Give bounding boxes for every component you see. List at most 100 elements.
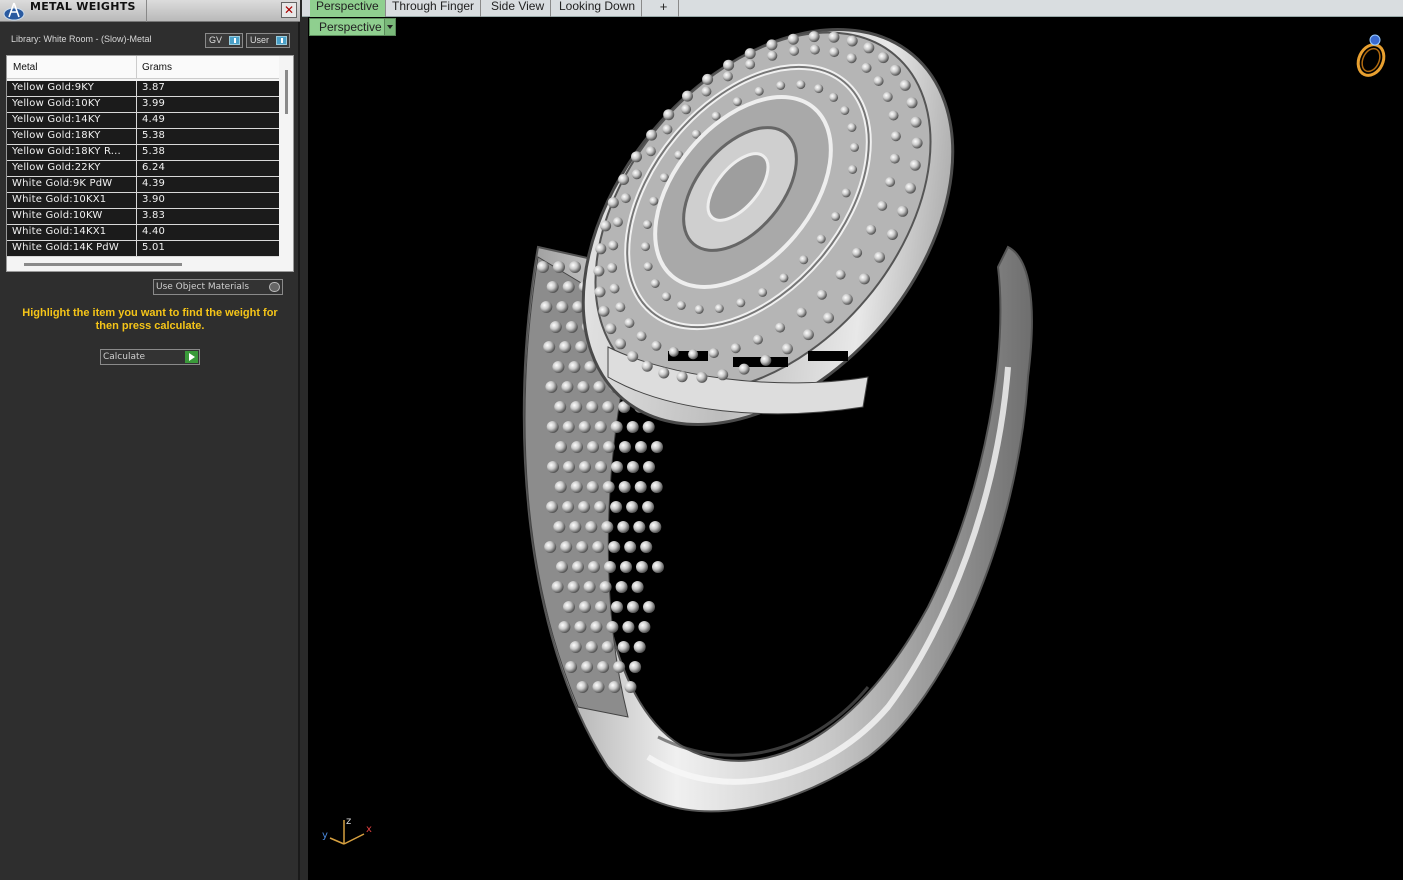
view-dropdown[interactable]: Perspective (309, 18, 396, 36)
table-row[interactable]: White Gold:14K PdW 5.01 (7, 241, 279, 257)
bead (897, 205, 909, 217)
bead (641, 242, 650, 252)
bead (796, 307, 807, 318)
bead (620, 561, 632, 573)
bead (608, 681, 621, 693)
bead (546, 281, 559, 293)
3d-viewport[interactable]: Perspective z x y (308, 17, 1403, 880)
metal-grams: 4.40 (142, 226, 166, 237)
bead (829, 47, 840, 58)
horizontal-scrollbar[interactable] (24, 263, 182, 266)
bead (668, 346, 679, 357)
table-row[interactable]: Yellow Gold:14KY 4.49 (7, 113, 279, 129)
bead (594, 501, 607, 513)
bead (816, 289, 827, 300)
bead (886, 229, 898, 240)
user-toggle[interactable]: User (246, 33, 290, 48)
ring-view-icon[interactable] (1351, 30, 1391, 80)
bead (547, 461, 559, 473)
bead (553, 261, 565, 273)
column-header-grams[interactable]: Grams (142, 62, 172, 73)
bead (877, 52, 889, 64)
bead (646, 129, 658, 141)
bead (552, 361, 565, 373)
bead (702, 73, 714, 85)
vertical-scrollbar[interactable] (285, 70, 288, 114)
tab-side-view[interactable]: Side View (485, 0, 552, 17)
table-row[interactable]: Yellow Gold:18KY 5.38 (7, 129, 279, 145)
bead (562, 421, 575, 433)
table-row[interactable]: White Gold:10KX1 3.90 (7, 193, 279, 209)
bead (661, 292, 671, 302)
add-view-tab-button[interactable]: + (649, 0, 679, 17)
column-header-metal[interactable]: Metal (13, 62, 37, 73)
bead (629, 661, 642, 673)
bead (641, 360, 653, 372)
bead (643, 461, 655, 473)
bead (717, 369, 729, 381)
bead (831, 211, 841, 221)
user-toggle-label: User (250, 35, 270, 45)
table-row[interactable]: Yellow Gold:9KY 3.87 (7, 81, 279, 97)
bead (562, 281, 575, 293)
bead (906, 97, 918, 109)
bead (561, 381, 574, 393)
bead (874, 251, 885, 263)
bead (551, 581, 564, 593)
bead (608, 541, 621, 553)
bead (877, 200, 888, 211)
axis-x-label: x (366, 824, 372, 835)
bead (558, 621, 571, 633)
column-divider (136, 161, 137, 176)
bead (588, 561, 600, 573)
bead (789, 45, 800, 56)
bead (569, 261, 581, 273)
bead (645, 146, 656, 157)
metal-table: Metal Grams Yellow Gold:9KY 3.87 Yellow Go… (6, 55, 294, 272)
use-object-materials-checkbox[interactable]: Use Object Materials (153, 279, 283, 295)
bead (565, 661, 578, 673)
metal-grams: 3.90 (142, 194, 166, 205)
bead (600, 220, 612, 232)
bead (890, 64, 901, 76)
table-row[interactable]: White Gold:10KW 3.83 (7, 209, 279, 225)
bead (873, 76, 884, 86)
column-divider (136, 56, 137, 79)
play-icon (185, 351, 198, 363)
bead (560, 541, 573, 553)
bead (579, 461, 591, 473)
bead (594, 421, 607, 433)
table-header: Metal Grams (7, 56, 279, 79)
bead (544, 541, 557, 553)
metal-grams: 3.83 (142, 210, 166, 221)
column-divider (136, 113, 137, 128)
close-button[interactable]: ✕ (281, 2, 297, 18)
gv-toggle[interactable]: GV (205, 33, 243, 48)
tab-through-finger[interactable]: Through Finger (386, 0, 482, 17)
table-row[interactable]: Yellow Gold:10KY 3.99 (7, 97, 279, 113)
bead (899, 79, 911, 91)
bead (642, 220, 652, 229)
bead (595, 243, 607, 255)
bead (866, 224, 877, 235)
table-row[interactable]: Yellow Gold:18KY R... 5.38 (7, 145, 279, 161)
bead (577, 381, 590, 393)
bead (643, 262, 653, 271)
metal-weights-panel: METAL WEIGHTS ✕ Library: White Room - (S… (0, 0, 300, 880)
ring-model[interactable] (308, 17, 1403, 880)
table-row[interactable]: White Gold:14KX1 4.40 (7, 225, 279, 241)
calculate-button[interactable]: Calculate (100, 349, 200, 365)
bead (610, 421, 623, 433)
tab-looking-down[interactable]: Looking Down (553, 0, 643, 17)
column-divider (136, 145, 137, 160)
bead (676, 300, 686, 310)
table-row[interactable]: White Gold:9K PdW 4.39 (7, 177, 279, 193)
tab-perspective[interactable]: Perspective (310, 0, 386, 17)
bead (787, 33, 799, 45)
metal-grams: 5.01 (142, 242, 166, 253)
calculate-label: Calculate (103, 352, 146, 362)
bead (634, 481, 647, 493)
bead (586, 401, 599, 413)
table-row[interactable]: Yellow Gold:22KY 6.24 (7, 161, 279, 177)
bead (745, 59, 756, 70)
